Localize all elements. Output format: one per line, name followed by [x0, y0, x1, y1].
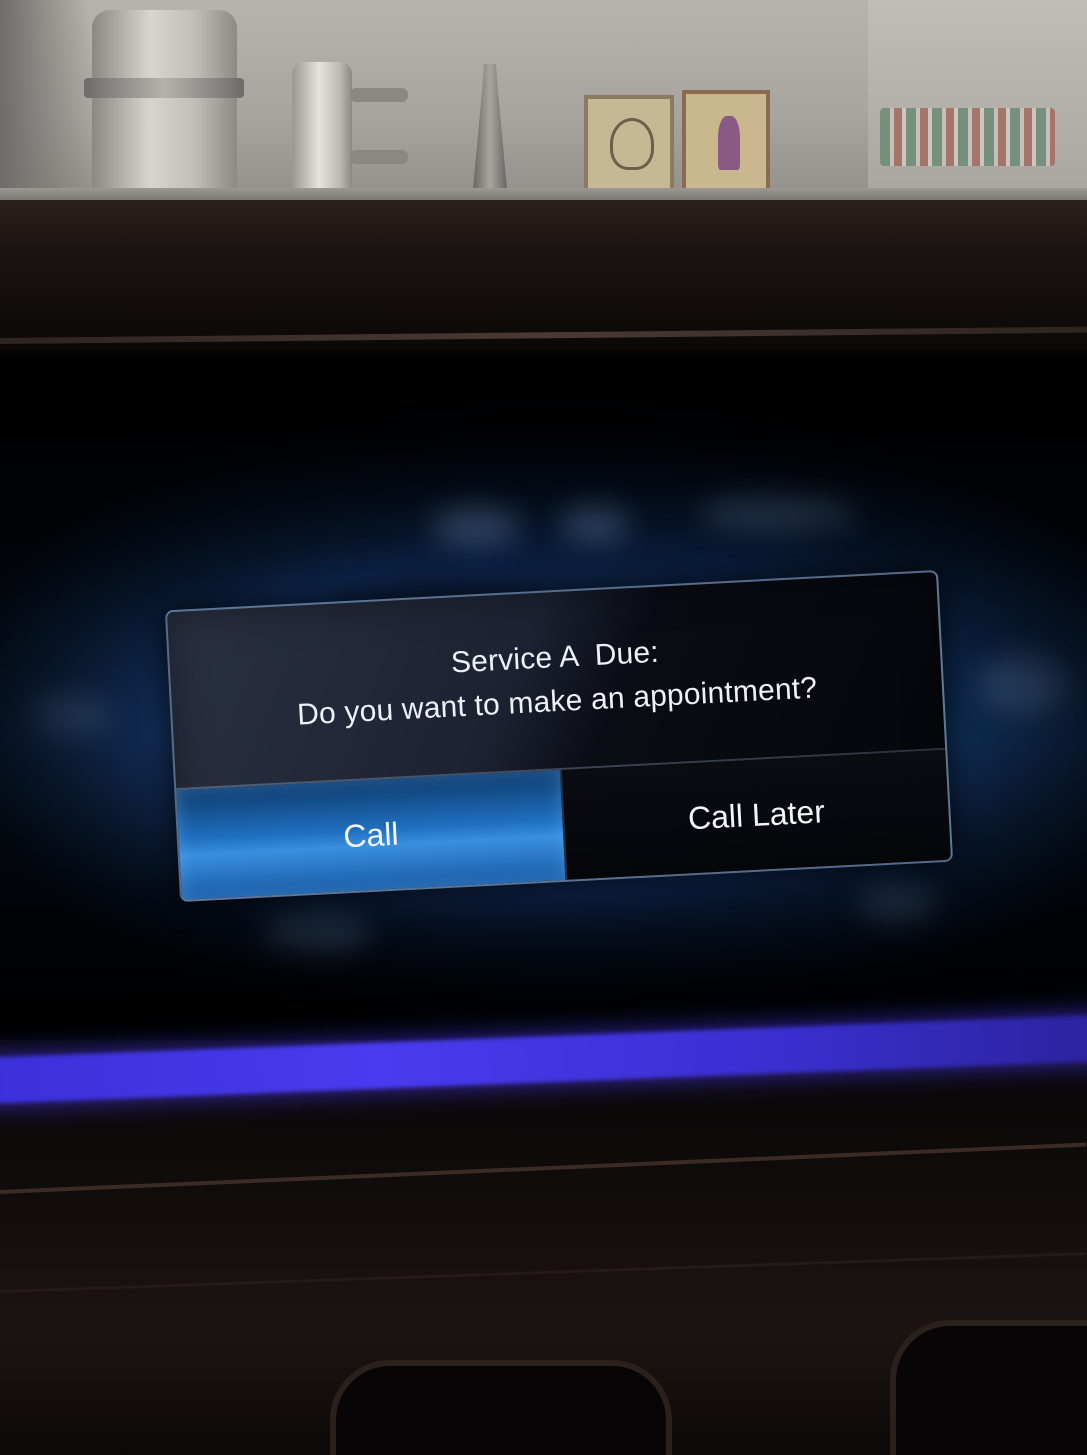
- air-vent: [890, 1320, 1087, 1455]
- pipe: [350, 88, 408, 102]
- pipe: [350, 150, 408, 164]
- call-later-button[interactable]: Call Later: [559, 749, 952, 880]
- picture-frame-drawing: [610, 118, 654, 170]
- picture-frame-drawing: [718, 116, 740, 170]
- photo-scene: Service A Due: Do you want to make an ap…: [0, 0, 1087, 1455]
- water-heater: [92, 10, 237, 200]
- room-shadow: [0, 0, 90, 215]
- pipe-cylinder: [292, 62, 352, 202]
- shelf-bottles: [880, 108, 1055, 166]
- call-button[interactable]: Call: [176, 770, 566, 900]
- service-due-dialog: Service A Due: Do you want to make an ap…: [164, 569, 954, 903]
- water-heater-band: [84, 78, 244, 98]
- air-vent: [330, 1360, 672, 1455]
